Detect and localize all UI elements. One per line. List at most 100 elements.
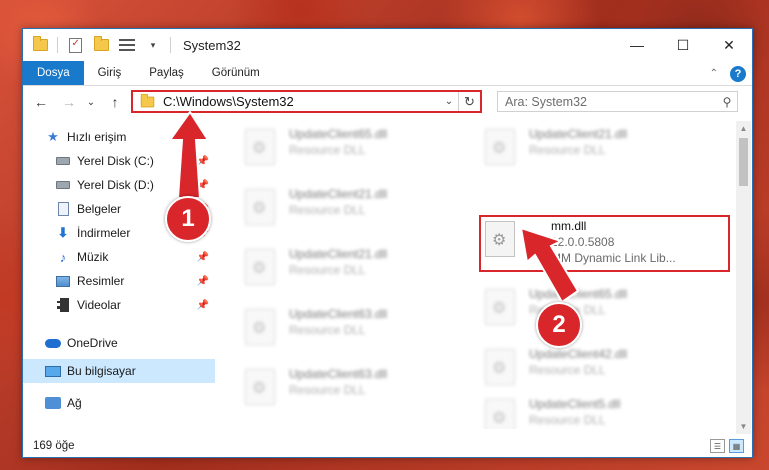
tab-home[interactable]: Giriş [84, 61, 136, 85]
disk-icon [55, 153, 71, 169]
sidebar-item-label: Resimler [77, 274, 125, 288]
file-name: UpdateClient65.dll [289, 127, 388, 141]
pin-icon[interactable]: 📌 [197, 180, 209, 191]
address-dropdown-icon[interactable]: ⌄ [440, 96, 458, 107]
list-item[interactable]: UpdateClient65.dll Resource DLL [225, 121, 445, 165]
address-path[interactable]: C:\Windows\System32 [163, 94, 440, 109]
view-options-icon[interactable] [118, 36, 136, 54]
sidebar-item-videos[interactable]: Videolar 📌 [23, 293, 215, 317]
pin-icon[interactable]: 📌 [197, 156, 209, 167]
list-item[interactable]: UpdateClient42.dll Resource DLL [465, 341, 685, 385]
expand-ribbon-icon[interactable]: ⌃ [710, 68, 718, 79]
mm-dll-highlight-box [479, 215, 730, 272]
scroll-down-icon[interactable]: ▼ [736, 419, 751, 434]
sidebar-item-label: Müzik [77, 250, 109, 264]
details-view-icon[interactable]: ☰ [710, 439, 725, 453]
refresh-button[interactable]: ↻ [458, 92, 480, 111]
quick-access-dropdown-icon[interactable]: ▾ [144, 36, 162, 54]
scroll-up-icon[interactable]: ▲ [736, 121, 751, 136]
computer-icon [45, 363, 61, 379]
videos-icon [55, 297, 71, 313]
file-description: Resource DLL [289, 263, 366, 277]
file-explorer-window: ▾ System32 — ☐ ✕ Dosya Giriş Paylaş Görü… [22, 28, 753, 458]
pin-icon[interactable]: 📌 [197, 300, 209, 311]
file-description: Resource DLL [289, 383, 366, 397]
item-count: 169 öğe [33, 440, 75, 452]
music-icon: ♪ [59, 249, 67, 265]
disk-icon [55, 177, 71, 193]
sidebar-item-this-pc[interactable]: Bu bilgisayar [23, 359, 215, 383]
file-description: Resource DLL [529, 363, 606, 377]
sidebar-item-disk-d[interactable]: Yerel Disk (D:) 📌 [23, 173, 215, 197]
tab-file[interactable]: Dosya [23, 61, 84, 85]
properties-icon[interactable] [66, 36, 84, 54]
search-icon[interactable]: ⚲ [717, 95, 737, 109]
file-name: UpdateClient5.dll [529, 397, 621, 411]
step-badge-1: 1 [165, 196, 211, 242]
window-title: System32 [183, 37, 241, 53]
ribbon-right: ⌃ ? [710, 61, 746, 86]
dll-file-icon [485, 129, 515, 165]
list-item[interactable]: UpdateClient21.dll Resource DLL [225, 241, 445, 285]
pin-icon[interactable]: 📌 [197, 276, 209, 287]
recent-locations-button[interactable]: ⌄ [81, 92, 101, 112]
file-name: UpdateClient63.dll [289, 307, 388, 321]
list-item[interactable]: UpdateClient63.dll Resource DLL [225, 361, 445, 405]
vertical-scrollbar[interactable]: ▲ ▼ [736, 121, 751, 434]
tiles-view-icon[interactable]: ▦ [729, 439, 744, 453]
list-item[interactable]: UpdateClient63.dll Resource DLL [225, 301, 445, 345]
forward-button[interactable]: → [59, 92, 79, 112]
list-item[interactable]: UpdateClient5.dll Resource DLL [465, 391, 685, 429]
up-button[interactable]: ↑ [105, 92, 125, 112]
sidebar-item-quick-access[interactable]: ★ Hızlı erişim [23, 125, 215, 149]
pictures-icon [55, 273, 71, 289]
list-item[interactable]: UpdateClient21.dll Resource DLL [225, 181, 445, 225]
minimize-button[interactable]: — [614, 29, 660, 61]
file-description: Resource DLL [529, 143, 606, 157]
dll-file-icon [485, 399, 515, 429]
divider [57, 37, 58, 53]
close-button[interactable]: ✕ [706, 29, 752, 61]
maximize-button[interactable]: ☐ [660, 29, 706, 61]
dll-file-icon [245, 249, 275, 285]
sidebar-item-pictures[interactable]: Resimler 📌 [23, 269, 215, 293]
tab-share[interactable]: Paylaş [135, 61, 198, 85]
file-name: UpdateClient21.dll [529, 127, 628, 141]
back-button[interactable]: ← [31, 92, 51, 112]
cloud-icon [45, 335, 61, 351]
sidebar-item-label: Videolar [77, 298, 121, 312]
list-item[interactable]: UpdateClient21.dll Resource DLL [465, 121, 685, 165]
sidebar-item-network[interactable]: Ağ [23, 391, 215, 415]
help-icon[interactable]: ? [730, 65, 746, 82]
scrollbar-thumb[interactable] [739, 138, 748, 186]
ribbon: Dosya Giriş Paylaş Görünüm ⌃ ? [23, 61, 752, 86]
view-switcher: ☰ ▦ [710, 439, 744, 453]
divider [170, 37, 171, 53]
file-name: UpdateClient42.dll [529, 347, 628, 361]
search-input[interactable]: Ara: System32 [505, 95, 717, 109]
sidebar-item-label: Ağ [67, 396, 82, 410]
dll-file-icon [245, 189, 275, 225]
search-box[interactable]: Ara: System32 ⚲ [497, 91, 738, 112]
network-icon [45, 395, 61, 411]
sidebar-item-label: Bu bilgisayar [67, 364, 136, 378]
file-name: UpdateClient63.dll [289, 367, 388, 381]
sidebar-item-label: Yerel Disk (C:) [77, 154, 154, 168]
folder-icon [31, 36, 49, 54]
sidebar-item-music[interactable]: ♪ Müzik 📌 [23, 245, 215, 269]
documents-icon [55, 201, 71, 217]
file-name: UpdateClient65.dll [529, 287, 628, 301]
address-bar[interactable]: C:\Windows\System32 ⌄ ↻ [131, 90, 482, 113]
pin-icon[interactable]: 📌 [197, 252, 209, 263]
new-folder-icon[interactable] [92, 36, 110, 54]
file-description: Resource DLL [289, 203, 366, 217]
sidebar-item-disk-c[interactable]: Yerel Disk (C:) 📌 [23, 149, 215, 173]
navigation-pane: ★ Hızlı erişim Yerel Disk (C:) 📌 Yerel D… [23, 125, 217, 429]
title-bar: ▾ System32 — ☐ ✕ [23, 29, 752, 61]
tab-view[interactable]: Görünüm [198, 61, 274, 85]
file-name: UpdateClient21.dll [289, 247, 388, 261]
navigation-bar: ← → ⌄ ↑ C:\Windows\System32 ⌄ ↻ Ara: Sys… [23, 87, 752, 117]
sidebar-item-label: Hızlı erişim [67, 130, 127, 144]
sidebar-item-onedrive[interactable]: OneDrive [23, 331, 215, 355]
file-description: Resource DLL [289, 323, 366, 337]
